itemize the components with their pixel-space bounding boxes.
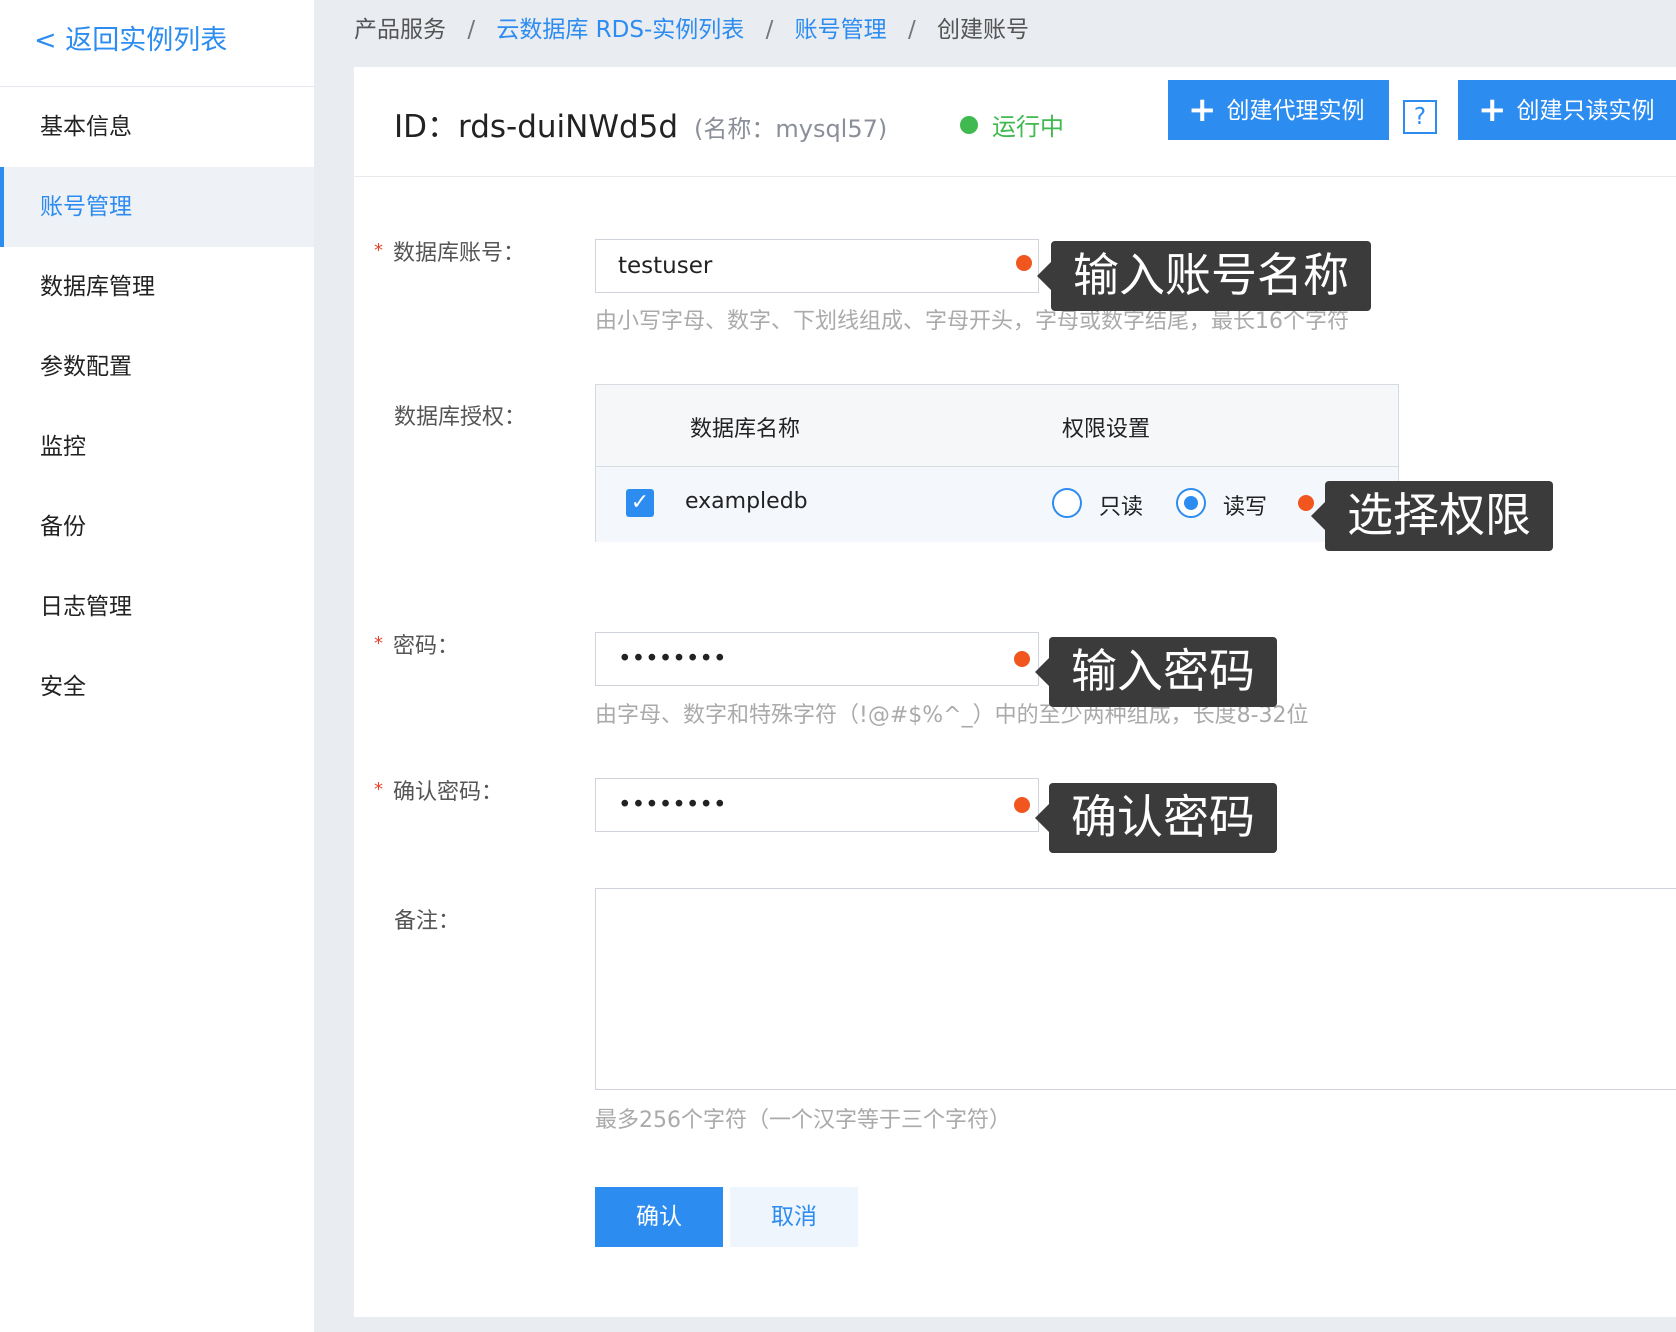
remark-hint: 最多256个字符（一个汉字等于三个字符） bbox=[595, 1108, 1011, 1133]
sidebar-item-account-management[interactable]: 账号管理 bbox=[0, 167, 314, 247]
plus-icon: + bbox=[1188, 90, 1217, 130]
marker-dot-icon bbox=[1014, 797, 1030, 813]
sidebar-item-database-management[interactable]: 数据库管理 bbox=[0, 247, 314, 327]
password-callout: 输入密码 bbox=[1035, 637, 1277, 707]
sidebar-item-backup[interactable]: 备份 bbox=[0, 487, 314, 567]
breadcrumb-account-management[interactable]: 账号管理 bbox=[795, 17, 887, 43]
breadcrumb: 产品服务 / 云数据库 RDS-实例列表 / 账号管理 / 创建账号 bbox=[354, 10, 1029, 44]
create-readonly-instance-button[interactable]: + 创建只读实例 bbox=[1458, 80, 1676, 140]
account-label-text: 数据库账号： bbox=[393, 241, 526, 266]
breadcrumb-separator: / bbox=[467, 17, 476, 43]
marker-dot-icon bbox=[1016, 255, 1032, 271]
confirm-password-label: * 确认密码： bbox=[374, 774, 503, 806]
db-select-checkbox[interactable]: ✓ bbox=[626, 489, 654, 517]
permission-callout: 选择权限 bbox=[1311, 481, 1553, 551]
required-mark: * bbox=[374, 240, 383, 261]
password-label-text: 密码： bbox=[393, 634, 460, 659]
breadcrumb-separator: / bbox=[765, 17, 774, 43]
breadcrumb-rds-instance-list[interactable]: 云数据库 RDS-实例列表 bbox=[496, 17, 744, 43]
confirm-password-callout: 确认密码 bbox=[1035, 783, 1277, 853]
sidebar-item-log-management[interactable]: 日志管理 bbox=[0, 567, 314, 647]
db-name-cell: exampledb bbox=[685, 489, 808, 514]
password-label: * 密码： bbox=[374, 628, 459, 660]
status-badge: 运行中 bbox=[960, 107, 1064, 142]
sidebar-item-security[interactable]: 安全 bbox=[0, 647, 314, 727]
authorization-label: 数据库授权： bbox=[394, 405, 527, 430]
status-dot-icon bbox=[960, 116, 978, 134]
column-header-db-name: 数据库名称 bbox=[690, 417, 801, 442]
confirm-button[interactable]: 确认 bbox=[595, 1187, 723, 1247]
password-input[interactable]: •••••••• bbox=[595, 632, 1039, 686]
readwrite-radio[interactable] bbox=[1176, 488, 1206, 518]
readonly-radio-label: 只读 bbox=[1099, 495, 1144, 520]
sidebar: < 返回实例列表 基本信息 账号管理 数据库管理 参数配置 监控 备份 日志管理… bbox=[0, 0, 314, 1332]
create-proxy-instance-label: 创建代理实例 bbox=[1226, 98, 1365, 124]
breadcrumb-products[interactable]: 产品服务 bbox=[354, 17, 446, 43]
readwrite-radio-label: 读写 bbox=[1223, 495, 1268, 520]
remark-textarea[interactable] bbox=[595, 888, 1676, 1090]
account-input[interactable]: testuser bbox=[595, 239, 1039, 293]
sidebar-nav: 基本信息 账号管理 数据库管理 参数配置 监控 备份 日志管理 安全 bbox=[0, 87, 314, 727]
account-callout: 输入账号名称 bbox=[1037, 241, 1371, 311]
sidebar-item-basic-info[interactable]: 基本信息 bbox=[0, 87, 314, 167]
instance-header: ID：rds-duiNWd5d (名称：mysql57) 运行中 + 创建代理实例… bbox=[354, 67, 1676, 177]
marker-dot-icon bbox=[1014, 651, 1030, 667]
status-text: 运行中 bbox=[992, 113, 1064, 141]
help-icon[interactable]: ? bbox=[1403, 100, 1437, 134]
permission-table-header: 数据库名称 权限设置 bbox=[596, 385, 1398, 467]
plus-icon: + bbox=[1478, 90, 1507, 130]
column-header-permission: 权限设置 bbox=[1062, 417, 1151, 442]
remark-label: 备注： bbox=[394, 909, 461, 934]
required-mark: * bbox=[374, 633, 383, 654]
readonly-radio[interactable] bbox=[1052, 488, 1082, 518]
confirm-password-label-text: 确认密码： bbox=[393, 780, 504, 805]
create-readonly-instance-label: 创建只读实例 bbox=[1516, 98, 1655, 124]
cancel-button[interactable]: 取消 bbox=[730, 1187, 858, 1247]
breadcrumb-separator: / bbox=[907, 17, 916, 43]
sidebar-item-parameter-config[interactable]: 参数配置 bbox=[0, 327, 314, 407]
confirm-password-input[interactable]: •••••••• bbox=[595, 778, 1039, 832]
table-row: ✓ exampledb 只读 读写 bbox=[596, 467, 1398, 542]
instance-id: ID：rds-duiNWd5d bbox=[394, 109, 679, 145]
required-mark: * bbox=[374, 779, 383, 800]
permission-table: 数据库名称 权限设置 ✓ exampledb 只读 读写 bbox=[595, 384, 1399, 542]
breadcrumb-create-account: 创建账号 bbox=[937, 17, 1030, 43]
account-label: * 数据库账号： bbox=[374, 235, 525, 267]
instance-name: (名称：mysql57) bbox=[694, 115, 888, 143]
back-to-instance-list-link[interactable]: < 返回实例列表 bbox=[34, 18, 227, 57]
sidebar-item-monitoring[interactable]: 监控 bbox=[0, 407, 314, 487]
main-card: ID：rds-duiNWd5d (名称：mysql57) 运行中 + 创建代理实例… bbox=[354, 67, 1676, 1317]
create-proxy-instance-button[interactable]: + 创建代理实例 bbox=[1168, 80, 1389, 140]
